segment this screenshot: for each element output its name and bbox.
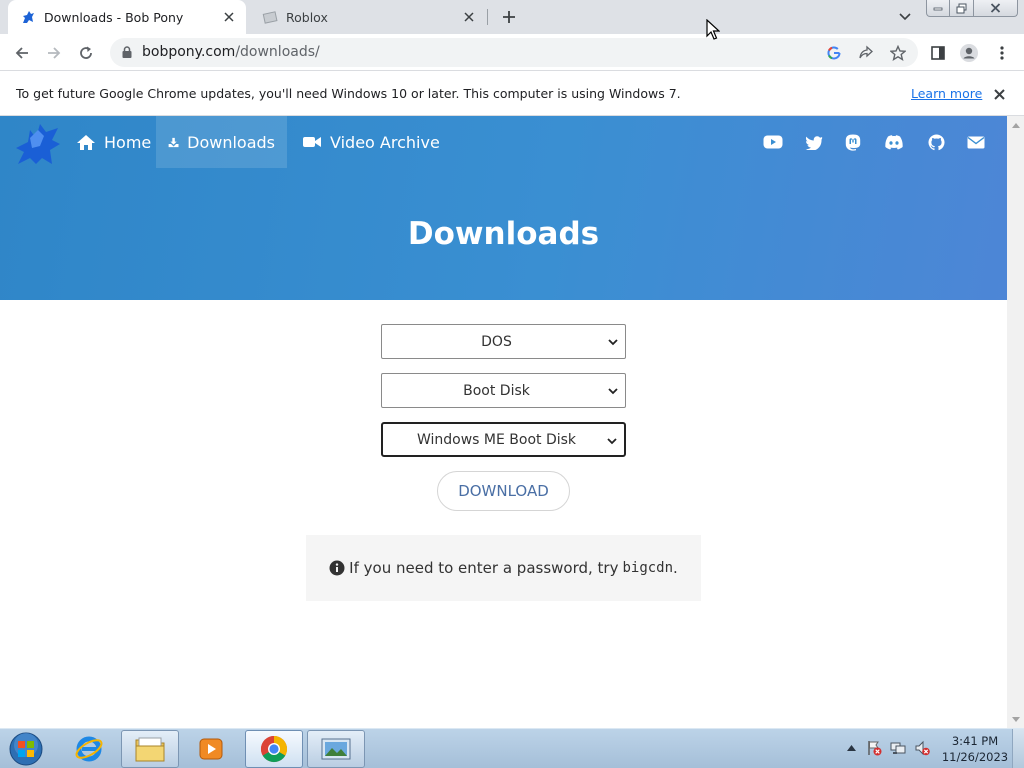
- hero-header: Home Downloads Video Archive Downloads: [0, 116, 1007, 300]
- password-notice: If you need to enter a password, try big…: [306, 535, 701, 601]
- tray-show-hidden-icon[interactable]: [843, 740, 859, 756]
- nav-video-archive[interactable]: Video Archive: [290, 116, 452, 168]
- notice-password-code: bigcdn: [622, 560, 674, 576]
- file-explorer-icon[interactable]: [121, 730, 179, 768]
- download-icon: [168, 137, 179, 147]
- profile-avatar-icon[interactable]: [957, 41, 981, 65]
- url-text: bobpony.com/downloads/: [142, 44, 320, 60]
- category-select-value: Boot Disk: [463, 382, 530, 399]
- youtube-icon[interactable]: [762, 132, 784, 152]
- home-icon: [77, 134, 95, 150]
- tab-search-chevron-down-icon[interactable]: [895, 7, 915, 27]
- tab-downloads-bob-pony[interactable]: Downloads - Bob Pony: [8, 0, 246, 34]
- clock-time: 3:41 PM: [951, 734, 999, 748]
- system-clock[interactable]: 3:41 PM 11/26/2023: [940, 733, 1010, 765]
- address-bar[interactable]: bobpony.com/downloads/: [110, 38, 918, 67]
- kebab-menu-icon[interactable]: [990, 41, 1014, 65]
- item-select[interactable]: Windows ME Boot Disk: [381, 422, 626, 457]
- share-icon[interactable]: [856, 43, 876, 63]
- browser-toolbar: bobpony.com/downloads/: [0, 34, 1024, 71]
- infobar-close-icon[interactable]: [990, 85, 1008, 103]
- page-viewport: Home Downloads Video Archive Downloads D…: [0, 116, 1007, 728]
- media-player-icon[interactable]: [182, 730, 240, 768]
- chevron-down-icon: [608, 339, 618, 346]
- mastodon-icon[interactable]: [842, 132, 864, 152]
- back-arrow-icon[interactable]: [10, 41, 34, 65]
- scroll-down-arrow-icon[interactable]: [1007, 712, 1024, 726]
- os-select[interactable]: DOS: [381, 324, 626, 359]
- show-desktop-button[interactable]: [1012, 729, 1024, 768]
- url-path: /downloads/: [235, 44, 320, 60]
- screen: Downloads - Bob Pony Roblox bobpony.com/…: [0, 0, 1024, 768]
- new-tab-plus-icon[interactable]: [498, 6, 520, 28]
- nav-home-label: Home: [104, 132, 152, 152]
- window-controls: [926, 0, 1018, 18]
- infobar-message: To get future Google Chrome updates, you…: [16, 86, 681, 101]
- bob-pony-logo-icon[interactable]: [10, 118, 62, 168]
- tab-separator: [487, 9, 488, 25]
- network-icon[interactable]: [890, 740, 906, 756]
- volume-muted-icon[interactable]: [914, 740, 930, 756]
- lock-icon: [122, 46, 132, 58]
- page-scrollbar[interactable]: [1007, 116, 1024, 728]
- minimize-icon[interactable]: [926, 0, 950, 17]
- tab-strip: Downloads - Bob Pony Roblox: [0, 0, 1024, 34]
- tab-close-icon[interactable]: [220, 8, 238, 26]
- nav-home[interactable]: Home: [64, 116, 163, 168]
- chevron-down-icon: [607, 438, 617, 445]
- photo-viewer-icon[interactable]: [307, 730, 365, 768]
- update-infobar: To get future Google Chrome updates, you…: [0, 72, 1024, 116]
- action-center-flag-icon[interactable]: [866, 740, 882, 756]
- roblox-favicon-icon: [262, 9, 278, 25]
- category-select[interactable]: Boot Disk: [381, 373, 626, 408]
- mouse-pointer-icon: [706, 19, 720, 40]
- nav-downloads[interactable]: Downloads: [156, 116, 287, 168]
- tab-title: Downloads - Bob Pony: [44, 9, 184, 25]
- download-button[interactable]: DOWNLOAD: [437, 471, 570, 511]
- bookmark-star-icon[interactable]: [888, 43, 908, 63]
- video-camera-icon: [303, 137, 321, 147]
- os-select-value: DOS: [481, 333, 512, 350]
- discord-icon[interactable]: [883, 132, 905, 152]
- scroll-up-arrow-icon[interactable]: [1007, 118, 1024, 132]
- start-orb-icon[interactable]: [4, 729, 48, 768]
- learn-more-link[interactable]: Learn more: [911, 86, 982, 101]
- bob-pony-favicon-icon: [20, 9, 36, 25]
- google-g-icon[interactable]: [824, 43, 844, 63]
- tab-close-icon[interactable]: [460, 8, 478, 26]
- restore-icon[interactable]: [950, 0, 974, 17]
- nav-video-archive-label: Video Archive: [330, 132, 440, 152]
- notice-text: If you need to enter a password, try: [349, 559, 619, 577]
- internet-explorer-icon[interactable]: [60, 730, 118, 768]
- reload-icon[interactable]: [74, 41, 98, 65]
- twitter-icon[interactable]: [803, 132, 825, 152]
- window-close-icon[interactable]: [974, 0, 1018, 17]
- site-navbar: Home Downloads Video Archive: [0, 116, 1007, 168]
- windows-taskbar: 3:41 PM 11/26/2023: [0, 728, 1024, 768]
- url-domain: bobpony.com: [142, 44, 236, 60]
- nav-downloads-label: Downloads: [187, 132, 275, 152]
- github-icon[interactable]: [925, 132, 947, 152]
- tab-roblox[interactable]: Roblox: [250, 0, 486, 34]
- chevron-down-icon: [608, 388, 618, 395]
- tab-title: Roblox: [286, 9, 328, 25]
- info-circle-icon: [329, 560, 345, 576]
- chrome-icon[interactable]: [245, 730, 303, 768]
- item-select-value: Windows ME Boot Disk: [416, 431, 577, 448]
- page-title: Downloads: [407, 216, 600, 252]
- email-icon[interactable]: [965, 132, 987, 152]
- forward-arrow-icon[interactable]: [42, 41, 66, 65]
- side-panel-icon[interactable]: [926, 41, 950, 65]
- clock-date: 11/26/2023: [941, 750, 1009, 764]
- notice-end: .: [673, 559, 678, 577]
